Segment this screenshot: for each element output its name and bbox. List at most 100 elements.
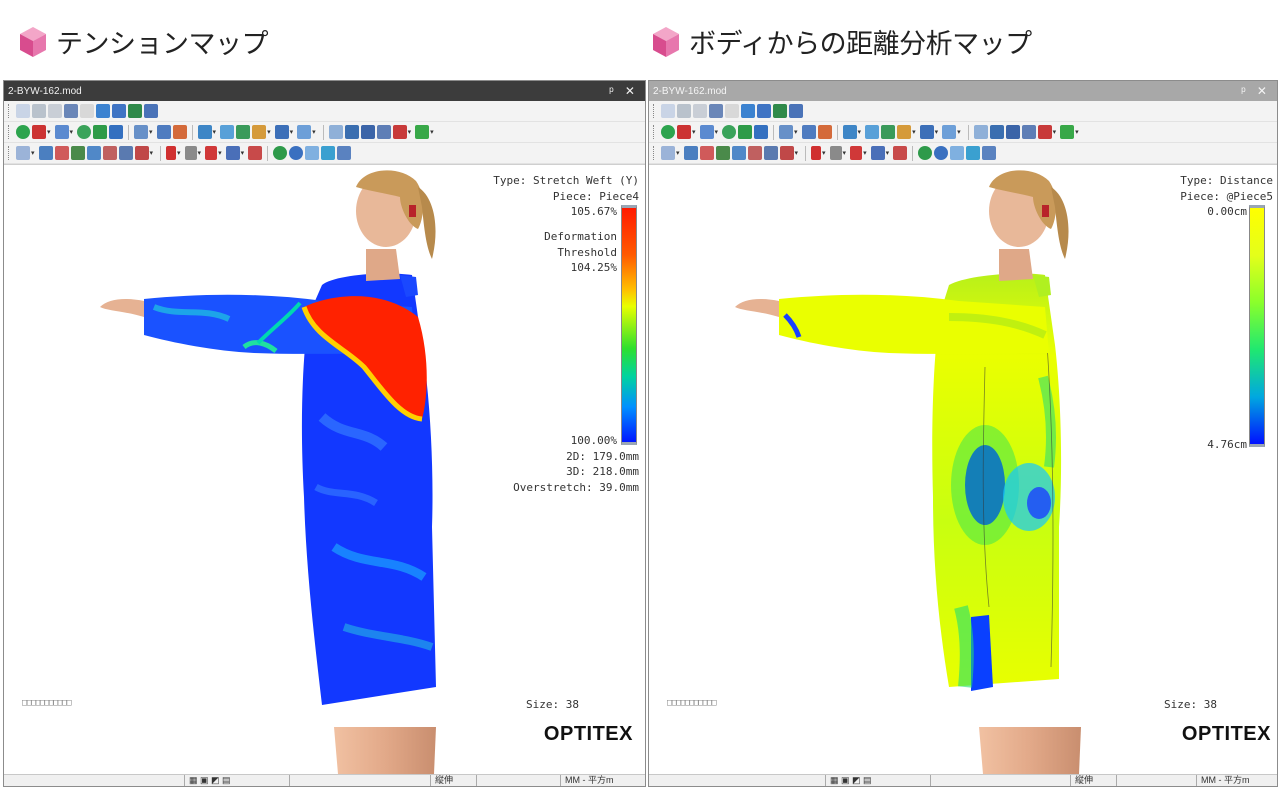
download-arrow-icon[interactable] [738,125,753,139]
recycle-icon[interactable] [661,125,675,139]
color-icon[interactable] [289,146,304,160]
refresh-icon[interactable] [77,125,92,139]
cross-icon[interactable] [80,104,94,118]
left-3d-viewport[interactable]: Type: Stretch Weft (Y) Piece: Piece4 105… [4,167,645,774]
needle-icon[interactable] [205,146,218,160]
status-icons[interactable]: ▦ ▣ ◩ ▤ [825,775,925,786]
play-icon[interactable] [754,125,769,139]
pin-icon[interactable] [893,146,908,160]
cube-view-icon[interactable] [70,146,85,160]
check-icon[interactable] [305,146,320,160]
table-icon[interactable] [789,104,803,118]
book-icon[interactable] [773,104,787,118]
notebook-icon[interactable] [989,125,1004,139]
book-icon[interactable] [128,104,142,118]
copy-icon[interactable] [709,104,723,118]
pattern-icon[interactable] [118,146,133,160]
edit-icon[interactable] [112,104,126,118]
magnify-icon[interactable] [973,125,988,139]
camera-icon[interactable] [54,146,69,160]
film-icon[interactable] [376,125,391,139]
screen-icon[interactable] [392,125,407,139]
grid-select-icon[interactable] [801,125,816,139]
paint-icon[interactable] [172,125,187,139]
close-red-icon[interactable] [32,125,46,139]
select-arrow-icon[interactable] [16,104,30,118]
zoom-icon[interactable] [220,125,235,139]
window-icon[interactable] [699,125,714,139]
frame-icon[interactable] [134,125,149,139]
left-window-controls[interactable]: ᵖ ✕ [609,84,639,98]
paint-icon[interactable] [817,125,832,139]
brush-icon[interactable] [184,146,197,160]
shirt-icon[interactable] [415,125,430,139]
person-icon[interactable] [252,125,267,139]
grid-icon[interactable] [32,104,46,118]
table-icon[interactable] [144,104,158,118]
download-arrow-icon[interactable] [93,125,108,139]
globe-icon[interactable] [731,146,746,160]
chart-icon[interactable] [197,125,212,139]
refresh-icon[interactable] [722,125,737,139]
check-icon[interactable] [950,146,965,160]
edit-icon[interactable] [757,104,771,118]
person-icon[interactable] [897,125,912,139]
table-grid-icon[interactable] [360,125,375,139]
grid-view-icon[interactable] [683,146,698,160]
fabric-icon[interactable] [225,146,240,160]
grid-small-icon[interactable] [693,104,707,118]
image-icon[interactable] [881,125,896,139]
globe-icon[interactable] [86,146,101,160]
chart-icon[interactable] [842,125,857,139]
sphere-icon[interactable] [918,146,933,160]
grid-view-icon[interactable] [38,146,53,160]
texture-icon[interactable] [779,146,794,160]
right-3d-model-distance[interactable] [649,167,1277,774]
frame-icon[interactable] [779,125,794,139]
hook-icon[interactable] [166,146,177,160]
landscape-icon[interactable] [321,146,336,160]
table-grid-icon[interactable] [1005,125,1020,139]
brush-icon[interactable] [829,146,842,160]
landscape-icon[interactable] [966,146,981,160]
layer-icon[interactable] [747,146,762,160]
grid-ruler-icon[interactable] [982,146,997,160]
close-red-icon[interactable] [677,125,691,139]
copy-icon[interactable] [64,104,78,118]
right-3d-viewport[interactable]: Type: Distance Piece: @Piece5 0.00cm 4.7… [649,167,1277,774]
hook-icon[interactable] [811,146,822,160]
color-icon[interactable] [934,146,949,160]
texture-icon[interactable] [134,146,149,160]
grid-icon[interactable] [677,104,691,118]
play-icon[interactable] [109,125,124,139]
grid-ruler-icon[interactable] [337,146,352,160]
crosshair-icon[interactable] [16,146,30,160]
pin-icon[interactable] [248,146,263,160]
status-icons[interactable]: ▦ ▣ ◩ ▤ [184,775,284,786]
cross-icon[interactable] [725,104,739,118]
monitor-icon[interactable] [274,125,289,139]
recycle-icon[interactable] [16,125,30,139]
zoom-icon[interactable] [865,125,880,139]
pointer-icon[interactable] [96,104,110,118]
grid-small-icon[interactable] [48,104,62,118]
camera-icon[interactable] [699,146,714,160]
image-icon[interactable] [236,125,251,139]
grid-select-icon[interactable] [156,125,171,139]
fabric-icon[interactable] [870,146,885,160]
screen-icon[interactable] [1037,125,1052,139]
layer-icon[interactable] [102,146,117,160]
monitor-icon[interactable] [919,125,934,139]
needle-icon[interactable] [850,146,863,160]
sphere-icon[interactable] [273,146,288,160]
shirt-icon[interactable] [1060,125,1075,139]
select-arrow-icon[interactable] [661,104,675,118]
window-icon[interactable] [54,125,69,139]
crosshair-icon[interactable] [661,146,675,160]
right-window-controls[interactable]: ᵖ ✕ [1241,84,1271,98]
pattern-icon[interactable] [763,146,778,160]
film-icon[interactable] [1021,125,1036,139]
picture-icon[interactable] [942,125,957,139]
magnify-icon[interactable] [328,125,343,139]
pointer-icon[interactable] [741,104,755,118]
